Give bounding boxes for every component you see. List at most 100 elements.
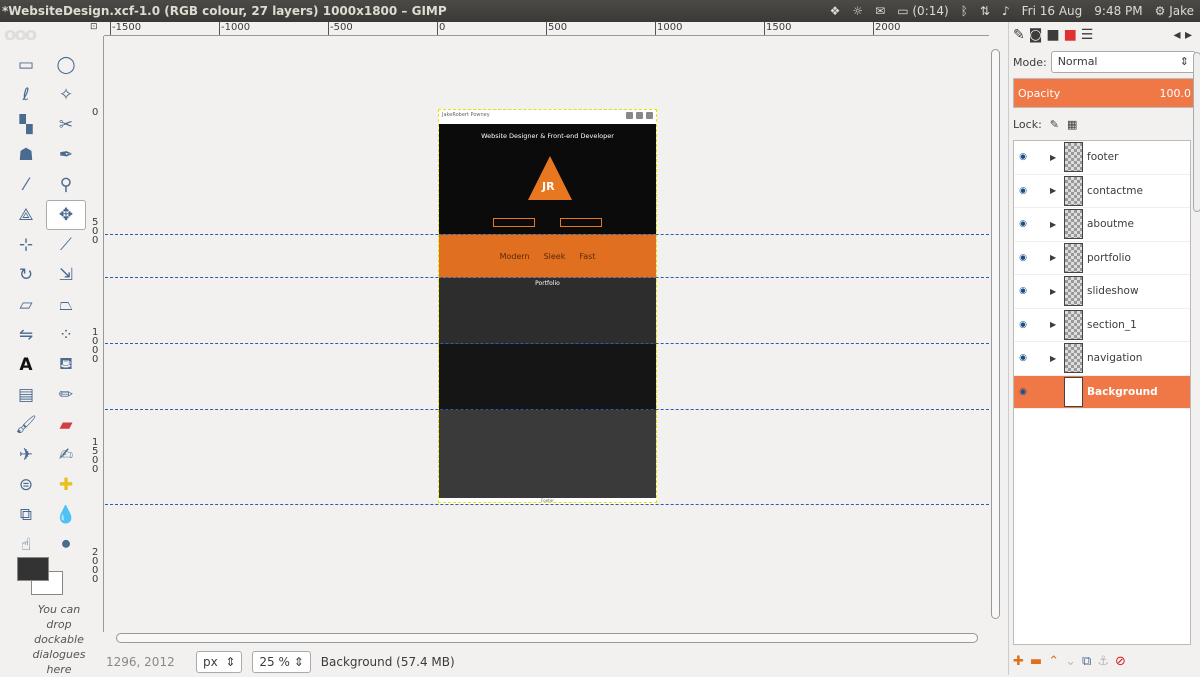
text-icon[interactable]: A	[6, 350, 46, 380]
color-picker-icon[interactable]: ⁄	[6, 170, 46, 200]
tab-patterns[interactable]: ■	[1046, 27, 1059, 43]
weather-icon[interactable]: ☼	[852, 4, 863, 18]
layer-row-aboutme[interactable]: ◉ ▶ aboutme	[1014, 208, 1190, 242]
tab-gradients[interactable]: ■	[1064, 27, 1077, 43]
date-label[interactable]: Fri 16 Aug	[1022, 4, 1083, 18]
align-icon[interactable]: ⊹	[6, 230, 46, 260]
ink-icon[interactable]: ✍	[46, 440, 86, 470]
pencil-icon[interactable]: ✏	[46, 380, 86, 410]
quick-mask-icon[interactable]: ⊡	[90, 22, 104, 36]
heal-icon[interactable]: ✚	[46, 470, 86, 500]
unit-select[interactable]: px ⇕	[196, 650, 243, 673]
smudge-icon[interactable]: ☝	[6, 530, 46, 560]
expand-icon[interactable]: ▶	[1050, 320, 1060, 329]
expand-icon[interactable]: ▶	[1050, 153, 1060, 162]
expand-icon[interactable]: ▶	[1050, 287, 1060, 296]
guide-line[interactable]	[105, 343, 989, 344]
layer-row-footer[interactable]: ◉ ▶ footer	[1014, 141, 1190, 175]
eye-icon[interactable]: ◉	[1014, 253, 1032, 263]
rect-select-icon[interactable]: ▭	[6, 50, 46, 80]
guide-line[interactable]	[105, 409, 989, 410]
delete-layer-icon[interactable]: ⊘	[1115, 654, 1126, 669]
new-group-icon[interactable]: ▬	[1030, 654, 1042, 669]
flip-icon[interactable]: ⇋	[6, 320, 46, 350]
clone-icon[interactable]: ⊜	[6, 470, 46, 500]
blur-icon[interactable]: 💧	[46, 500, 86, 530]
dock-scrollbar[interactable]	[1193, 52, 1200, 212]
eye-icon[interactable]: ◉	[1014, 353, 1032, 363]
eye-icon[interactable]: ◉	[1014, 152, 1032, 162]
horizontal-ruler[interactable]: -1500 -1000 -500 0 500 1000 1500 2000	[104, 22, 989, 36]
scissors-icon[interactable]: ✂	[46, 110, 86, 140]
perspective-clone-icon[interactable]: ⧉	[6, 500, 46, 530]
eraser-icon[interactable]: ▰	[46, 410, 86, 440]
fuzzy-select-icon[interactable]: ✧	[46, 80, 86, 110]
paths-icon[interactable]: ✒	[46, 140, 86, 170]
layer-row-background[interactable]: ◉ Background	[1014, 375, 1190, 409]
mail-icon[interactable]: ✉	[875, 4, 885, 18]
zoom-icon[interactable]: ⚲	[46, 170, 86, 200]
network-icon[interactable]: ⇅	[980, 4, 990, 18]
anchor-layer-icon[interactable]: ⚓	[1097, 654, 1109, 669]
eye-icon[interactable]: ◉	[1014, 219, 1032, 229]
bucket-fill-icon[interactable]: ⛾	[46, 350, 86, 380]
guide-line[interactable]	[105, 234, 989, 235]
duplicate-layer-icon[interactable]: ⧉	[1082, 654, 1091, 669]
zoom-select[interactable]: 25 % ⇕	[252, 650, 311, 673]
crop-icon[interactable]: ⟋	[46, 230, 86, 260]
eye-icon[interactable]: ◉	[1014, 186, 1032, 196]
free-select-icon[interactable]: ℓ	[6, 80, 46, 110]
bluetooth-icon[interactable]: ᛒ	[961, 4, 968, 18]
dropbox-icon[interactable]: ❖	[830, 4, 841, 18]
document-canvas[interactable]: JakeRobert Powney Website Designer & Fro…	[438, 109, 657, 504]
move-icon[interactable]: ✥	[46, 200, 86, 230]
raise-layer-icon[interactable]: ⌃	[1048, 654, 1059, 669]
layer-row-slideshow[interactable]: ◉ ▶ slideshow	[1014, 275, 1190, 309]
user-menu[interactable]: ⚙ Jake	[1155, 4, 1194, 18]
dodge-burn-icon[interactable]: ⚫	[46, 530, 86, 560]
mode-select[interactable]: Normal ⇕	[1050, 51, 1196, 73]
eye-icon[interactable]: ◉	[1014, 387, 1032, 397]
canvas-view[interactable]: JakeRobert Powney Website Designer & Fro…	[105, 37, 989, 632]
expand-icon[interactable]: ▶	[1050, 220, 1060, 229]
shear-icon[interactable]: ▱	[6, 290, 46, 320]
eye-icon[interactable]: ◉	[1014, 320, 1032, 330]
scroll-thumb[interactable]	[116, 633, 978, 643]
horizontal-scrollbar[interactable]	[104, 632, 989, 644]
paintbrush-icon[interactable]: 🖌	[6, 410, 46, 440]
new-layer-icon[interactable]: ✚	[1013, 654, 1024, 669]
measure-icon[interactable]: ⟁	[6, 200, 46, 230]
expand-icon[interactable]: ▶	[1050, 354, 1060, 363]
layer-row-navigation[interactable]: ◉ ▶ navigation	[1014, 342, 1190, 376]
color-swatches[interactable]	[17, 557, 67, 597]
clock-label[interactable]: 9:48 PM	[1094, 4, 1142, 18]
volume-icon[interactable]: ♪	[1002, 4, 1010, 18]
expand-icon[interactable]: ▶	[1050, 186, 1060, 195]
dock-menu-icon[interactable]: ◂ ▸	[1173, 27, 1200, 43]
vertical-ruler[interactable]: 0 500 1000 1500 2000	[90, 36, 104, 632]
battery-indicator[interactable]: ▭ (0:14)	[897, 4, 948, 18]
guide-line[interactable]	[105, 277, 989, 278]
perspective-icon[interactable]: ⏢	[46, 290, 86, 320]
airbrush-icon[interactable]: ✈	[6, 440, 46, 470]
blend-icon[interactable]: ▤	[6, 380, 46, 410]
cage-icon[interactable]: ⁘	[46, 320, 86, 350]
vertical-scrollbar[interactable]	[989, 37, 1002, 632]
guide-line[interactable]	[105, 504, 989, 505]
color-select-icon[interactable]: ▚	[6, 110, 46, 140]
opacity-slider[interactable]: Opacity 100.0	[1013, 78, 1196, 108]
expand-icon[interactable]: ▶	[1050, 253, 1060, 262]
tab-brushes[interactable]: ◙	[1029, 27, 1043, 43]
layer-row-section-1[interactable]: ◉ ▶ section_1	[1014, 309, 1190, 342]
rotate-icon[interactable]: ↻	[6, 260, 46, 290]
lock-pixels-icon[interactable]: ✎	[1050, 118, 1059, 131]
lock-alpha-icon[interactable]: ▦	[1067, 118, 1077, 131]
foreground-color[interactable]	[17, 557, 49, 581]
foreground-select-icon[interactable]: ☗	[6, 140, 46, 170]
tab-layers[interactable]: ☰	[1081, 27, 1094, 43]
layer-row-portfolio[interactable]: ◉ ▶ portfolio	[1014, 242, 1190, 275]
scroll-thumb[interactable]	[991, 49, 1000, 619]
eye-icon[interactable]: ◉	[1014, 286, 1032, 296]
scale-icon[interactable]: ⇲	[46, 260, 86, 290]
ellipse-select-icon[interactable]: ◯	[46, 50, 86, 80]
